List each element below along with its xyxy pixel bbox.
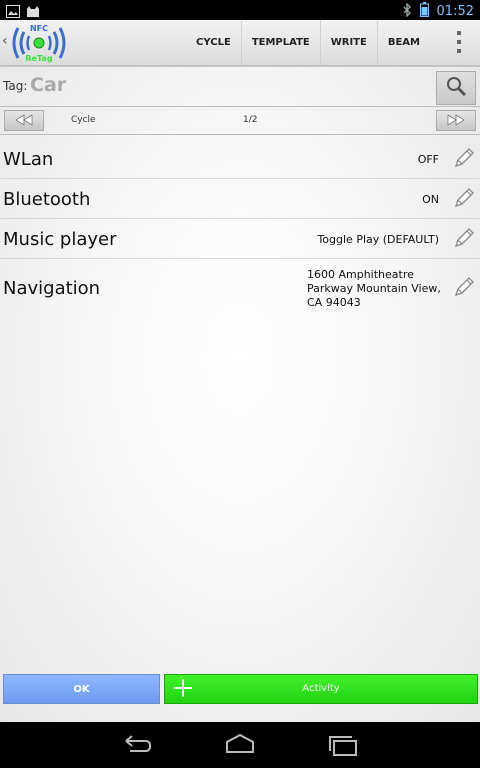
clock-time: 01:52	[436, 4, 474, 19]
address-line: CA 94043	[307, 296, 361, 309]
add-activity-button[interactable]: Activity	[164, 674, 478, 704]
item-value: 1600 Amphitheatre Parkway Mountain View,…	[307, 268, 441, 310]
cycle-action[interactable]: CYCLE	[186, 20, 241, 65]
beam-action[interactable]: BEAM	[376, 20, 430, 65]
system-navigation-bar	[0, 722, 480, 768]
search-icon	[445, 75, 467, 101]
logo-text-top: NFC	[30, 24, 48, 33]
next-button[interactable]	[436, 110, 476, 131]
up-navigation-icon[interactable]: ‹	[2, 33, 8, 49]
address-line: Parkway Mountain View,	[307, 282, 441, 295]
pencil-icon[interactable]	[452, 186, 476, 210]
status-bar: 01:52	[0, 0, 480, 20]
tag-row: Tag: Car	[0, 66, 480, 107]
home-icon[interactable]	[223, 732, 257, 758]
item-value: ON	[422, 193, 439, 206]
app-logo[interactable]: NFC ReTag	[8, 22, 70, 64]
cycle-label: Cycle	[71, 115, 96, 125]
cycle-navigation: Cycle 1/2	[0, 107, 480, 135]
battery-icon	[419, 2, 429, 21]
bluetooth-icon	[402, 2, 412, 21]
item-name: WLan	[3, 149, 54, 170]
search-button[interactable]	[436, 71, 476, 105]
template-action[interactable]: TEMPLATE	[240, 20, 320, 65]
address-line: 1600 Amphitheatre	[307, 268, 414, 281]
item-value: OFF	[417, 153, 439, 166]
activity-label: Activity	[302, 683, 340, 694]
list-item[interactable]: Music player Toggle Play (DEFAULT)	[0, 219, 480, 259]
pencil-icon[interactable]	[452, 146, 476, 170]
action-bar-actions: CYCLE TEMPLATE WRITE BEAM	[186, 20, 430, 65]
pencil-icon[interactable]	[452, 226, 476, 250]
fast-forward-icon	[446, 111, 466, 130]
previous-button[interactable]	[4, 110, 44, 131]
item-value: Toggle Play (DEFAULT)	[317, 233, 439, 246]
list-item[interactable]: Bluetooth ON	[0, 179, 480, 219]
tag-name-field[interactable]: Car	[30, 74, 66, 96]
recent-apps-icon[interactable]	[326, 732, 360, 758]
item-name: Bluetooth	[3, 189, 91, 210]
logo-text-bottom: ReTag	[25, 54, 52, 63]
page-indicator: 1/2	[243, 115, 258, 125]
tag-label: Tag:	[3, 79, 28, 93]
overflow-menu-icon[interactable]	[452, 31, 466, 53]
list-item[interactable]: WLan OFF	[0, 139, 480, 179]
app-window: ‹ NFC ReTag CYCLE TEMPLATE WRITE BEAM Ta…	[0, 20, 480, 722]
write-action[interactable]: WRITE	[319, 20, 377, 65]
list-item[interactable]: Navigation 1600 Amphitheatre Parkway Mou…	[0, 259, 480, 319]
pencil-icon[interactable]	[452, 275, 476, 299]
tag-action-list: WLan OFF Bluetooth ON Music player Toggl…	[0, 139, 480, 319]
back-icon[interactable]	[120, 732, 154, 758]
bottom-buttons: OK Activity	[0, 672, 480, 704]
action-bar: ‹ NFC ReTag CYCLE TEMPLATE WRITE BEAM	[0, 20, 480, 67]
rewind-icon	[14, 111, 34, 130]
item-name: Navigation	[3, 278, 101, 299]
ok-button[interactable]: OK	[3, 674, 160, 704]
item-name: Music player	[3, 229, 117, 250]
